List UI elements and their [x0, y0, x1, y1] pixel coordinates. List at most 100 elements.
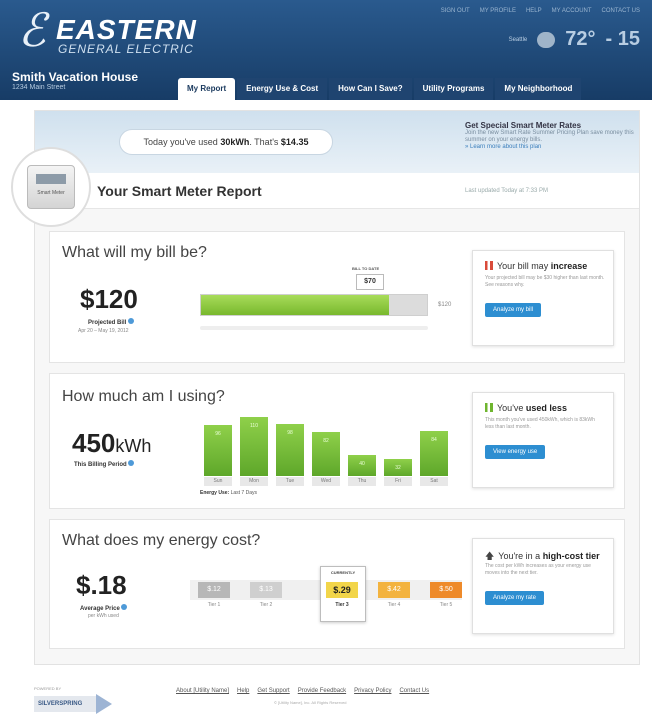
today-kwh: 30kWh	[220, 137, 250, 147]
bill-to-date-label: BILL TO DATE	[352, 266, 380, 271]
page-title: Your Smart Meter Report	[97, 183, 262, 199]
temperature: 72°	[565, 28, 596, 50]
bill-insight-desc: Your projected bill may be $30 higher th…	[485, 275, 605, 288]
usage-bar[interactable]: 110	[240, 417, 268, 476]
promo-link[interactable]: » Learn more about this plan	[465, 144, 635, 150]
tab-utility-programs[interactable]: Utility Programs	[413, 78, 494, 100]
tier-price-cell: $.50	[430, 582, 462, 598]
usage-label: This Billing Period	[74, 460, 135, 468]
special-rates-promo: Get Special Smart Meter Rates Join the n…	[465, 121, 635, 150]
header: ℰ EASTERN GENERAL ELECTRIC SIGN OUT MY P…	[0, 0, 652, 100]
powered-by-arrow-icon	[96, 694, 112, 714]
tier-price-cell: $.13	[250, 582, 282, 598]
usage-bar-value: 84	[431, 437, 437, 444]
bill-heading: What will my bill be?	[62, 244, 207, 261]
tier-label: Tier 2	[259, 602, 273, 608]
info-icon[interactable]	[128, 318, 135, 324]
projected-bill-label: Projected Bill	[88, 318, 135, 326]
footer-link-feedback[interactable]: Provide Feedback	[298, 688, 346, 694]
usage-day-label: Wed	[312, 477, 340, 486]
usage-bar[interactable]: 98	[276, 423, 304, 476]
average-price-text: Average Price	[80, 606, 120, 612]
footer-link-support[interactable]: Get Support	[257, 688, 289, 694]
cost-insight-prefix: You're in a	[498, 551, 543, 561]
bar-chart-down-icon	[485, 403, 493, 412]
bill-to-date-value: $70	[356, 274, 384, 290]
footer-link-about[interactable]: About [Utility Name]	[176, 688, 229, 694]
cost-insight-desc: The cost per kWh increases as your energ…	[485, 563, 591, 576]
copyright: © [Utility Name], Inc. All Rights Reserv…	[274, 700, 347, 705]
powered-by-logo[interactable]: POWERED BY SILVERSPRING	[34, 686, 122, 714]
usage-bar-value: 98	[287, 429, 293, 436]
usage-panel: How much am I using? 450kWh This Billing…	[49, 373, 625, 509]
usage-bar-value: 110	[250, 423, 258, 430]
usage-insight-bold: used less	[525, 403, 567, 413]
bar-chart-up-icon	[485, 261, 493, 270]
footer: POWERED BY SILVERSPRING About [Utility N…	[0, 676, 652, 718]
promo-title: Get Special Smart Meter Rates	[465, 121, 582, 130]
today-cost: $14.35	[280, 137, 309, 147]
usage-period-text: This Billing Period	[74, 462, 127, 468]
bill-insight-bold: increase	[550, 261, 588, 271]
usage-insight-desc: This month you've used 450kWh, which is …	[485, 417, 595, 430]
average-price-amount: $.18	[76, 570, 127, 600]
bill-projected-end: $120	[438, 302, 452, 308]
report-container: Today you've used 30kWh. That's $14.35 G…	[11, 110, 640, 665]
usage-day-label: Tue	[276, 477, 304, 486]
usage-insight-card: You've used less This month you've used …	[472, 392, 614, 488]
brand-subtitle: GENERAL ELECTRIC	[58, 42, 194, 56]
projected-bill-amount: $120	[80, 284, 138, 314]
powered-by-name: SILVERSPRING	[34, 696, 96, 712]
nav-sign-out[interactable]: SIGN OUT	[441, 8, 470, 14]
usage-day-label: Thu	[348, 477, 376, 486]
promo-description: Join the new Smart Rate Summer Pricing P…	[465, 130, 634, 143]
cost-panel: What does my energy cost? $.18 Average P…	[49, 519, 625, 649]
bill-period-dates: Apr 20 – May 19, 2012	[78, 328, 129, 334]
bill-insight-prefix: Your bill may	[497, 261, 551, 271]
usage-day-label: Fri	[384, 477, 412, 486]
nav-my-profile[interactable]: MY PROFILE	[480, 8, 516, 14]
usage-bar[interactable]: 40	[348, 454, 376, 476]
bill-insight-title: Your bill may increase	[485, 261, 587, 271]
usage-bar[interactable]: 84	[420, 431, 448, 476]
footer-link-help[interactable]: Help	[237, 688, 249, 694]
usage-caption-bold: Energy Use:	[200, 490, 230, 496]
usage-bar-value: 82	[323, 438, 329, 445]
nav-help[interactable]: HELP	[526, 8, 542, 14]
speech-prefix: Today you've used	[143, 137, 221, 147]
arrow-up-icon: 🡅	[485, 551, 495, 561]
bill-panel: What will my bill be? $120 Projected Bil…	[49, 231, 625, 363]
footer-link-contact[interactable]: Contact Us	[399, 688, 429, 694]
nav-my-account[interactable]: MY ACCOUNT	[552, 8, 592, 14]
usage-bar[interactable]: 82	[312, 432, 340, 476]
usage-day-label: Sat	[420, 477, 448, 486]
analyze-bill-button[interactable]: Analyze my bill	[485, 303, 542, 317]
speech-mid: . That's	[249, 137, 281, 147]
bill-progress-fill	[201, 295, 389, 315]
last-updated: Last updated Today at 7:33 PM	[465, 188, 548, 194]
tab-my-report[interactable]: My Report	[178, 78, 236, 100]
average-price-sublabel: per kWh used	[88, 613, 119, 619]
analyze-rate-button[interactable]: Analyze my rate	[485, 591, 545, 605]
usage-bar[interactable]: 32	[384, 458, 412, 476]
logo-mark-icon: ℰ	[18, 3, 46, 57]
usage-insight-prefix: You've	[497, 403, 526, 413]
footer-link-privacy[interactable]: Privacy Policy	[354, 688, 391, 694]
tier-price-cell: $.12	[198, 582, 230, 598]
info-icon[interactable]	[128, 460, 135, 466]
tab-my-neighborhood[interactable]: My Neighborhood	[495, 78, 582, 100]
usage-banner: Today you've used 30kWh. That's $14.35 G…	[35, 111, 639, 173]
today-usage-bubble: Today you've used 30kWh. That's $14.35	[119, 129, 333, 155]
weather-city: Seattle	[508, 36, 528, 43]
temperature-change: - 15	[605, 28, 640, 50]
info-icon[interactable]	[121, 604, 128, 610]
weather-widget: Seattle 72° - 15	[509, 28, 640, 51]
usage-bar[interactable]: 96	[204, 424, 232, 476]
tab-energy-use-cost[interactable]: Energy Use & Cost	[237, 78, 328, 100]
nav-contact-us[interactable]: CONTACT US	[602, 8, 640, 14]
tier-label: Tier 3	[335, 602, 349, 608]
top-nav: SIGN OUT MY PROFILE HELP MY ACCOUNT CONT…	[441, 8, 640, 14]
meter-label: Smart Meter	[37, 190, 65, 196]
tab-how-can-i-save[interactable]: How Can I Save?	[329, 78, 412, 100]
view-energy-use-button[interactable]: View energy use	[485, 445, 546, 459]
